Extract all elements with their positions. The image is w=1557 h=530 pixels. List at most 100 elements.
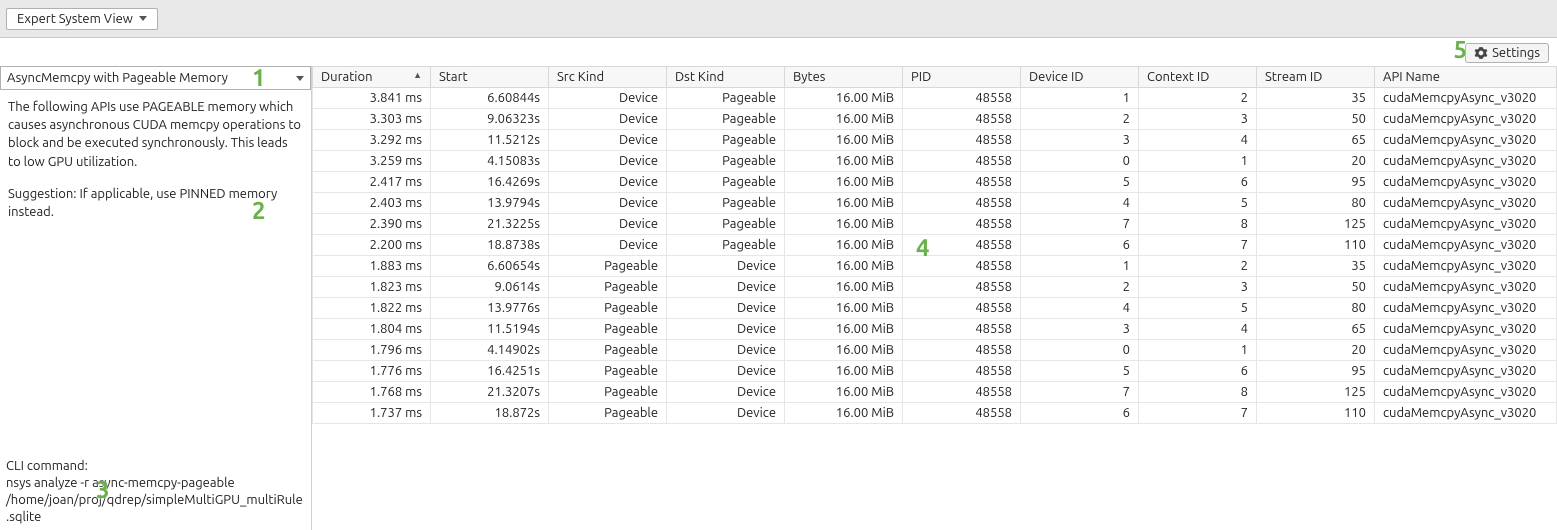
settings-label: Settings: [1492, 46, 1540, 60]
column-header-context[interactable]: Context ID: [1139, 67, 1257, 88]
cell-stream: 65: [1257, 130, 1375, 151]
cell-api: cudaMemcpyAsync_v3020: [1375, 109, 1557, 130]
cell-dst: Pageable: [667, 130, 785, 151]
cell-bytes: 16.00 MiB: [785, 130, 903, 151]
cell-stream: 35: [1257, 256, 1375, 277]
column-header-api[interactable]: API Name: [1375, 67, 1557, 88]
table-row[interactable]: 1.768 ms21.3207sPageableDevice16.00 MiB4…: [313, 382, 1557, 403]
cell-start: 16.4269s: [431, 172, 549, 193]
cell-bytes: 16.00 MiB: [785, 298, 903, 319]
cell-duration: 3.303 ms: [313, 109, 431, 130]
cell-duration: 1.776 ms: [313, 361, 431, 382]
cell-stream: 80: [1257, 298, 1375, 319]
cell-context: 4: [1139, 130, 1257, 151]
cell-dst: Pageable: [667, 193, 785, 214]
cell-dst: Device: [667, 382, 785, 403]
cell-api: cudaMemcpyAsync_v3020: [1375, 88, 1557, 109]
cell-dst: Device: [667, 361, 785, 382]
cell-api: cudaMemcpyAsync_v3020: [1375, 214, 1557, 235]
column-header-bytes[interactable]: Bytes: [785, 67, 903, 88]
column-header-start[interactable]: Start: [431, 67, 549, 88]
cell-api: cudaMemcpyAsync_v3020: [1375, 319, 1557, 340]
cell-device: 2: [1021, 277, 1139, 298]
column-header-stream[interactable]: Stream ID: [1257, 67, 1375, 88]
cell-stream: 110: [1257, 235, 1375, 256]
table-row[interactable]: 3.292 ms11.5212sDevicePageable16.00 MiB4…: [313, 130, 1557, 151]
cell-bytes: 16.00 MiB: [785, 193, 903, 214]
column-header-device[interactable]: Device ID: [1021, 67, 1139, 88]
table-row[interactable]: 1.823 ms9.0614sPageableDevice16.00 MiB48…: [313, 277, 1557, 298]
rule-description-p2: Suggestion: If applicable, use PINNED me…: [8, 185, 303, 221]
cell-stream: 20: [1257, 151, 1375, 172]
cell-bytes: 16.00 MiB: [785, 214, 903, 235]
top-toolbar: Expert System View: [0, 0, 1557, 38]
cell-src: Pageable: [549, 340, 667, 361]
cell-pid: 48558: [903, 382, 1021, 403]
cell-src: Device: [549, 235, 667, 256]
cell-start: 6.60654s: [431, 256, 549, 277]
column-header-src[interactable]: Src Kind: [549, 67, 667, 88]
cell-duration: 2.200 ms: [313, 235, 431, 256]
rule-select[interactable]: AsyncMemcpy with Pageable Memory: [0, 66, 311, 90]
cell-context: 3: [1139, 109, 1257, 130]
table-row[interactable]: 1.737 ms18.872sPageableDevice16.00 MiB48…: [313, 403, 1557, 424]
table-row[interactable]: 3.259 ms4.15083sDevicePageable16.00 MiB4…: [313, 151, 1557, 172]
table-row[interactable]: 1.822 ms13.9776sPageableDevice16.00 MiB4…: [313, 298, 1557, 319]
cell-src: Pageable: [549, 403, 667, 424]
cell-context: 2: [1139, 256, 1257, 277]
table-row[interactable]: 1.804 ms11.5194sPageableDevice16.00 MiB4…: [313, 319, 1557, 340]
cell-device: 3: [1021, 319, 1139, 340]
table-row[interactable]: 2.403 ms13.9794sDevicePageable16.00 MiB4…: [313, 193, 1557, 214]
data-panel[interactable]: 4 Duration▲StartSrc KindDst KindBytesPID…: [312, 66, 1557, 530]
cell-api: cudaMemcpyAsync_v3020: [1375, 361, 1557, 382]
cell-start: 18.872s: [431, 403, 549, 424]
table-row[interactable]: 3.841 ms6.60844sDevicePageable16.00 MiB4…: [313, 88, 1557, 109]
cell-api: cudaMemcpyAsync_v3020: [1375, 298, 1557, 319]
column-header-pid[interactable]: PID: [903, 67, 1021, 88]
cell-duration: 1.883 ms: [313, 256, 431, 277]
cell-dst: Pageable: [667, 151, 785, 172]
table-row[interactable]: 2.390 ms21.3225sDevicePageable16.00 MiB4…: [313, 214, 1557, 235]
cell-pid: 48558: [903, 88, 1021, 109]
table-row[interactable]: 1.883 ms6.60654sPageableDevice16.00 MiB4…: [313, 256, 1557, 277]
settings-button[interactable]: Settings: [1465, 43, 1549, 63]
cell-pid: 48558: [903, 109, 1021, 130]
cell-start: 6.60844s: [431, 88, 549, 109]
cell-stream: 95: [1257, 361, 1375, 382]
results-table: Duration▲StartSrc KindDst KindBytesPIDDe…: [312, 66, 1557, 424]
cell-device: 0: [1021, 151, 1139, 172]
cell-start: 16.4251s: [431, 361, 549, 382]
settings-row: 5 Settings: [0, 38, 1557, 66]
cell-duration: 2.403 ms: [313, 193, 431, 214]
table-row[interactable]: 2.417 ms16.4269sDevicePageable16.00 MiB4…: [313, 172, 1557, 193]
cell-api: cudaMemcpyAsync_v3020: [1375, 403, 1557, 424]
table-row[interactable]: 3.303 ms9.06323sDevicePageable16.00 MiB4…: [313, 109, 1557, 130]
cell-bytes: 16.00 MiB: [785, 256, 903, 277]
sort-asc-icon: ▲: [413, 70, 422, 80]
cell-src: Pageable: [549, 382, 667, 403]
cell-pid: 48558: [903, 172, 1021, 193]
cell-context: 2: [1139, 88, 1257, 109]
cell-context: 6: [1139, 172, 1257, 193]
table-row[interactable]: 2.200 ms18.8738sDevicePageable16.00 MiB4…: [313, 235, 1557, 256]
cell-pid: 48558: [903, 151, 1021, 172]
cell-device: 0: [1021, 340, 1139, 361]
table-row[interactable]: 1.776 ms16.4251sPageableDevice16.00 MiB4…: [313, 361, 1557, 382]
cell-dst: Device: [667, 403, 785, 424]
cell-stream: 50: [1257, 109, 1375, 130]
cell-dst: Pageable: [667, 109, 785, 130]
cell-dst: Device: [667, 277, 785, 298]
cell-dst: Pageable: [667, 214, 785, 235]
table-row[interactable]: 1.796 ms4.14902sPageableDevice16.00 MiB4…: [313, 340, 1557, 361]
cell-context: 8: [1139, 382, 1257, 403]
cell-device: 4: [1021, 298, 1139, 319]
view-select[interactable]: Expert System View: [6, 8, 158, 30]
column-header-duration[interactable]: Duration▲: [313, 67, 431, 88]
cell-start: 4.14902s: [431, 340, 549, 361]
cell-pid: 48558: [903, 256, 1021, 277]
cell-dst: Device: [667, 340, 785, 361]
cell-api: cudaMemcpyAsync_v3020: [1375, 235, 1557, 256]
column-header-dst[interactable]: Dst Kind: [667, 67, 785, 88]
cell-pid: 48558: [903, 361, 1021, 382]
left-panel: AsyncMemcpy with Pageable Memory 1 The f…: [0, 66, 312, 530]
